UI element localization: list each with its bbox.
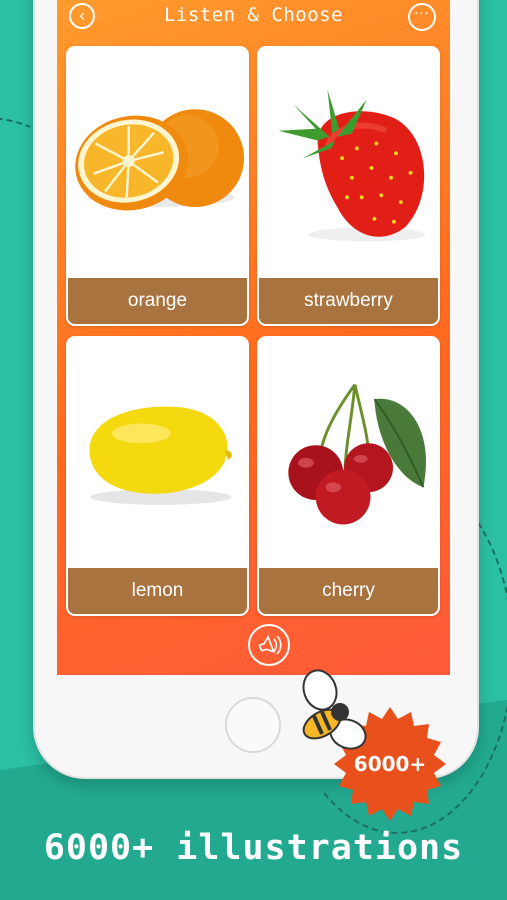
app-screen: ‹ Listen & Choose ··· orange strawberry … (57, 0, 450, 675)
strawberry-image (278, 89, 426, 242)
nav-bar: ‹ Listen & Choose ··· (57, 0, 450, 36)
answer-card-orange[interactable]: orange (66, 46, 249, 326)
home-button[interactable] (225, 697, 281, 753)
card-label: strawberry (259, 278, 438, 324)
card-label: lemon (68, 568, 247, 614)
answer-card-cherry[interactable]: cherry (257, 336, 440, 616)
answer-card-strawberry[interactable]: strawberry (257, 46, 440, 326)
card-label: orange (68, 278, 247, 324)
card-label: cherry (259, 568, 438, 614)
orange-image (75, 109, 245, 211)
bee-illustration (302, 669, 367, 750)
answer-card-lemon[interactable]: lemon (66, 336, 249, 616)
page-title: Listen & Choose (163, 4, 344, 26)
cherry-image (288, 383, 426, 525)
speaker-icon (258, 634, 282, 655)
lemon-image (89, 406, 232, 505)
promo-caption: 6000+ illustrations (43, 828, 464, 868)
more-icon: ··· (414, 7, 430, 22)
more-button[interactable]: ··· (408, 3, 436, 31)
play-audio-button[interactable] (248, 624, 290, 666)
